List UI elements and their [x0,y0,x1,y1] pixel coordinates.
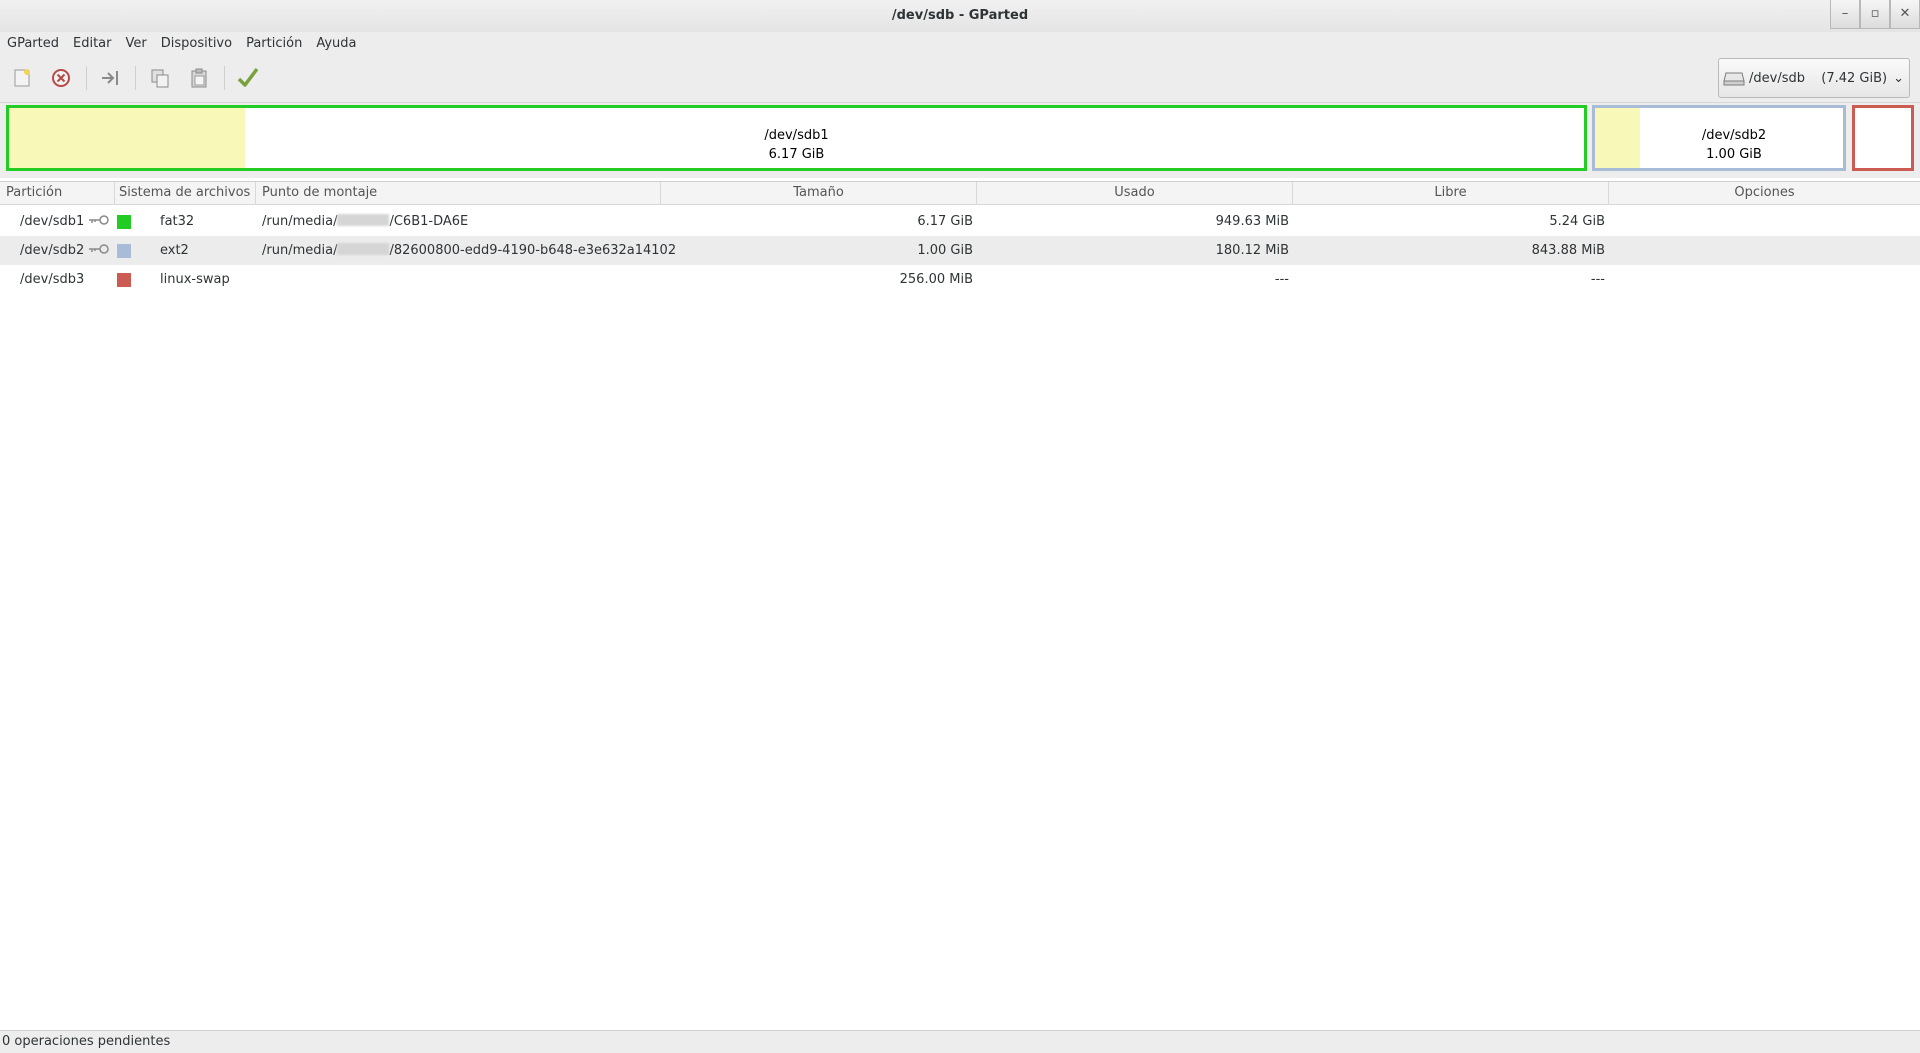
partition-used: 180.12 MiB [1215,243,1289,258]
copy-button[interactable] [146,64,174,92]
menu-editar[interactable]: Editar [66,32,119,56]
partition-graph-name: /dev/sdb1 [764,128,829,143]
new-icon [14,69,30,87]
mount-point-prefix: /run/media/ [262,243,338,258]
apply-button[interactable] [234,64,262,92]
key-icon [88,236,110,265]
partition-table-header: Partición Sistema de archivos Punto de m… [0,181,1920,205]
partition-size: 256.00 MiB [899,272,973,287]
copy-icon [151,69,169,88]
column-header-options[interactable]: Opciones [1609,182,1920,204]
mount-point-suffix: /82600800-edd9-4190-b648-e3e632a14102 [389,243,677,258]
filesystem-color-swatch [117,273,131,287]
table-row[interactable]: /dev/sdb2 ext2/run/media/ /82600800-edd9-4… [0,236,1920,265]
mount-point-suffix: /C6B1-DA6E [389,214,469,229]
pending-operations-status: 0 operaciones pendientes [2,1034,171,1049]
minimize-button[interactable]: – [1830,0,1860,29]
partition-graph-size: 6.17 GiB [768,147,825,162]
partition-graph-name: /dev/sdb2 [1701,128,1767,143]
menu-particion[interactable]: Partición [239,32,309,56]
filesystem-type: linux-swap [160,272,230,287]
partition-free: 5.24 GiB [1549,214,1605,229]
partition-graph-sdb2[interactable]: /dev/sdb2 1.00 GiB [1592,105,1846,171]
device-name: /dev/sdb [1749,70,1805,86]
mount-point-prefix: /run/media/ [262,214,338,229]
menu-gparted[interactable]: GParted [0,32,66,56]
partition-used: --- [1274,272,1289,287]
menu-ver[interactable]: Ver [119,32,154,56]
filesystem-color-swatch [117,215,131,229]
resize-move-icon [102,71,118,85]
column-header-used[interactable]: Usado [977,182,1293,204]
column-header-size[interactable]: Tamaño [661,182,977,204]
menu-ayuda[interactable]: Ayuda [309,32,363,56]
toolbar-separator [86,66,87,90]
toolbar-separator [135,66,136,90]
partition-size: 6.17 GiB [917,214,973,229]
key-icon [88,207,110,236]
window-title: /dev/sdb - GParted [891,8,1029,23]
toolbar [0,56,1920,103]
column-header-free[interactable]: Libre [1293,182,1609,204]
maximize-button[interactable]: ▫ [1860,0,1890,29]
partition-name: /dev/sdb2 [20,243,85,258]
mount-point: /run/media/ /82600800-edd9-4190-b648-e3e6… [262,236,676,265]
hard-disk-icon [1723,72,1745,86]
partition-used: 949.63 MiB [1215,214,1289,229]
column-header-filesystem[interactable]: Sistema de archivos [115,182,256,204]
close-button[interactable]: ✕ [1890,0,1920,29]
partition-graph-size: 1.00 GiB [1706,147,1762,162]
column-header-mountpoint[interactable]: Punto de montaje [256,182,661,204]
paste-button[interactable] [185,64,213,92]
device-selector[interactable]: /dev/sdb (7.42 GiB) ⌄ [1718,58,1910,98]
new-partition-button[interactable] [8,64,36,92]
filesystem-type: fat32 [160,214,195,229]
partition-free: 843.88 MiB [1531,243,1605,258]
table-row[interactable]: /dev/sdb1 fat32/run/media/ /C6B1-DA6E 6.17 … [0,207,1920,236]
partition-graph-label: /dev/sdb1 6.17 GiB [9,126,1584,164]
apply-icon [237,67,259,87]
maximize-icon: ▫ [1870,6,1880,21]
filesystem-color-swatch [117,244,131,258]
filesystem-type: ext2 [160,243,189,258]
close-icon: ✕ [1899,6,1911,21]
redacted-username [337,243,390,255]
title-bar: /dev/sdb - GParted – ▫ ✕ [0,0,1920,32]
partition-free: --- [1590,272,1605,287]
redacted-username [337,214,390,226]
chevron-down-icon: ⌄ [1893,70,1904,86]
partition-name: /dev/sdb1 [20,214,85,229]
resize-move-button[interactable] [96,64,124,92]
menu-bar: GParted Editar Ver Dispositivo Partición… [0,32,1920,56]
partition-graph-sdb3[interactable] [1852,105,1914,171]
column-header-partition[interactable]: Partición [0,182,115,204]
toolbar-separator [224,66,225,90]
minimize-icon: – [1841,6,1849,21]
partition-size: 1.00 GiB [917,243,973,258]
status-bar: 0 operaciones pendientes [0,1030,1920,1053]
delete-icon [52,69,70,87]
table-row[interactable]: /dev/sdb3 linux-swap 256.00 MiB --- --- [0,265,1920,294]
partition-name: /dev/sdb3 [20,272,85,287]
partition-graph-sdb1[interactable]: /dev/sdb1 6.17 GiB [6,105,1587,171]
delete-partition-button[interactable] [47,64,75,92]
window-controls: – ▫ ✕ [1830,0,1920,29]
partition-graph-label: /dev/sdb2 1.00 GiB [1625,126,1843,164]
paste-icon [191,68,207,88]
device-size: (7.42 GiB) [1821,70,1888,86]
menu-dispositivo[interactable]: Dispositivo [154,32,239,56]
mount-point: /run/media/ /C6B1-DA6E [262,207,468,236]
partition-graph: /dev/sdb1 6.17 GiB /dev/sdb2 1.00 GiB [0,103,1920,178]
